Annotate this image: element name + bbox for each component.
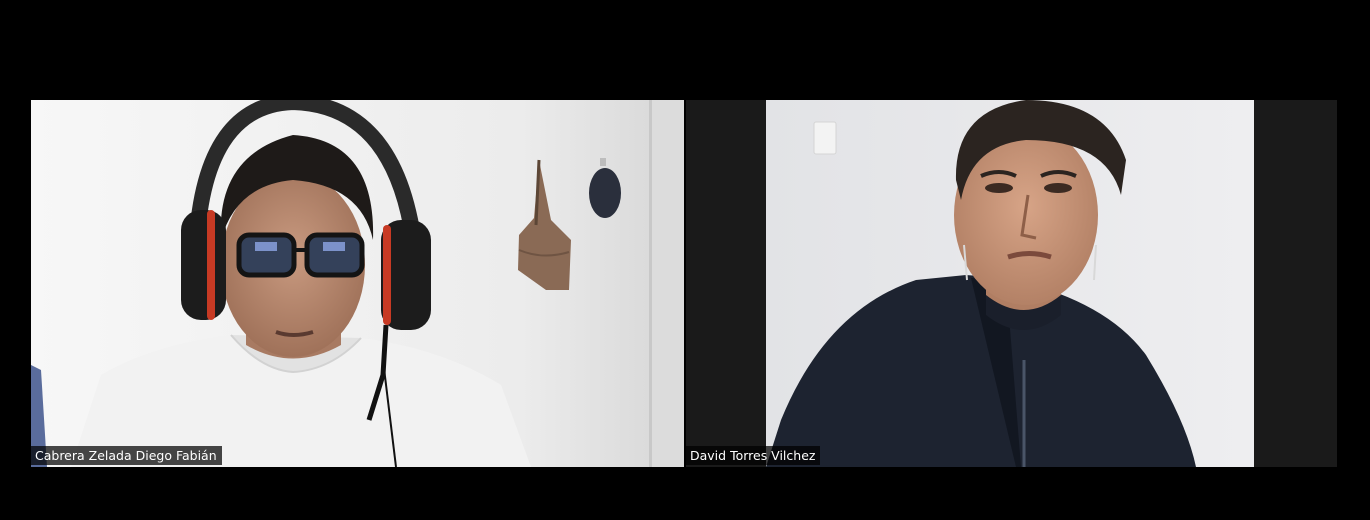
participant-tile-cabrera[interactable]: Cabrera Zelada Diego Fabián bbox=[31, 100, 684, 467]
participant-tile-david[interactable]: David Torres Vilchez bbox=[686, 100, 1337, 467]
participant-name-label: Cabrera Zelada Diego Fabián bbox=[31, 446, 222, 465]
participant-name-label: David Torres Vilchez bbox=[686, 446, 821, 465]
participant-video-david bbox=[686, 100, 1337, 467]
participant-video-cabrera bbox=[31, 100, 684, 467]
video-call-gallery: Cabrera Zelada Diego Fabián David Torres… bbox=[0, 0, 1370, 520]
